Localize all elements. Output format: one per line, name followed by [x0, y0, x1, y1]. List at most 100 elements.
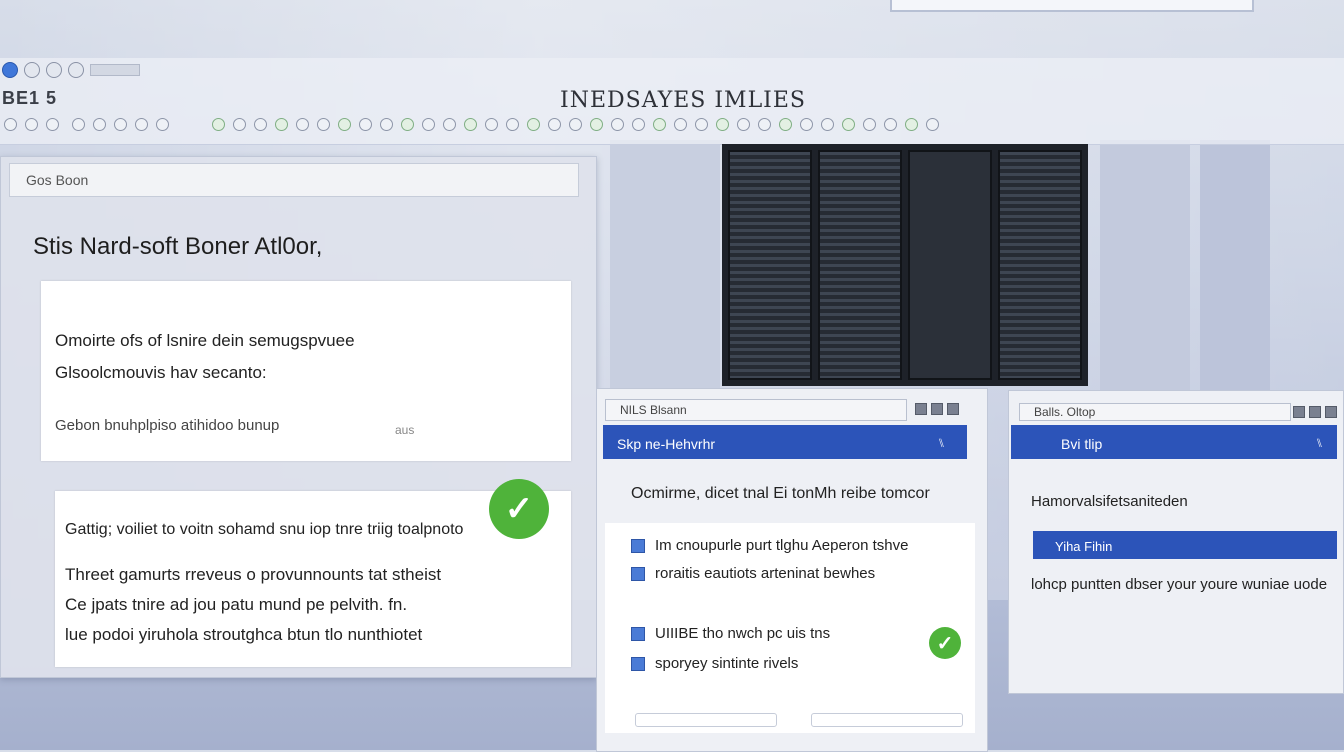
- toolbar-dot-icon[interactable]: [779, 118, 792, 131]
- server-rack-image: [722, 144, 1088, 386]
- forward-icon[interactable]: [68, 62, 84, 78]
- toolbar-dot-icon[interactable]: [632, 118, 645, 131]
- address-field[interactable]: [90, 64, 140, 76]
- toolbar-dot-icon[interactable]: [380, 118, 393, 131]
- detail-panel: NILS Blsann Skp ne-Hehvrhr ⑊ Ocmirme, di…: [596, 388, 988, 752]
- toolbar-dot-icon[interactable]: [296, 118, 309, 131]
- refresh-icon[interactable]: [24, 62, 40, 78]
- toolbar-dots: [212, 118, 939, 131]
- toolbar-dot-icon[interactable]: [506, 118, 519, 131]
- toolbar-dot-icon[interactable]: [275, 118, 288, 131]
- toolbar-dot-icon[interactable]: [716, 118, 729, 131]
- settings-panel-title: Balls. Oltop: [1034, 405, 1096, 419]
- settings-panel: Balls. Oltop Bvi tlip ⑊ Hamorvalsifetsan…: [1008, 390, 1344, 694]
- toolbar-dot-icon[interactable]: [4, 118, 17, 131]
- edit-icon[interactable]: ⑊: [1316, 436, 1323, 450]
- settings-panel-header-label: Bvi tlip: [1061, 436, 1103, 452]
- toolbar-dot-icon[interactable]: [800, 118, 813, 131]
- settings-select[interactable]: Yiha Fihin: [1033, 531, 1337, 559]
- toolbar-dot-icon[interactable]: [548, 118, 561, 131]
- header-left-label: BE1 5: [2, 88, 58, 108]
- toolbar-dot-icon[interactable]: [926, 118, 939, 131]
- info-card[interactable]: Omoirte ofs of lsnire dein semugspvuee G…: [41, 281, 571, 461]
- main-panel-heading: Stis Nard-soft Boner Atl0or,: [33, 233, 323, 260]
- toolbar-dot-icon[interactable]: [758, 118, 771, 131]
- toolbar-dot-icon[interactable]: [569, 118, 582, 131]
- main-panel: Gos Boon Stis Nard-soft Boner Atl0or, Om…: [0, 156, 597, 678]
- window-buttons: [1293, 406, 1337, 418]
- toolbar-dot-icon[interactable]: [905, 118, 918, 131]
- toolbar-dot-icon[interactable]: [611, 118, 624, 131]
- text-field[interactable]: [635, 713, 777, 727]
- toolbar-dot-icon[interactable]: [422, 118, 435, 131]
- toolbar-dot-icon[interactable]: [863, 118, 876, 131]
- list-item[interactable]: Im cnoupurle purt tlghu Aeperon tshve: [631, 537, 909, 554]
- toolbar-dot-icon[interactable]: [338, 118, 351, 131]
- toolbar-dot-icon[interactable]: [317, 118, 330, 131]
- list-square-icon: [631, 626, 645, 641]
- toolbar-dot-icon[interactable]: [156, 118, 169, 131]
- maximize-icon[interactable]: [1309, 406, 1321, 418]
- toolbar-dot-icon[interactable]: [254, 118, 267, 131]
- toolbar-dot-icon[interactable]: [401, 118, 414, 131]
- toolbar-dot-icon[interactable]: [653, 118, 666, 131]
- toolbar-dot-icon[interactable]: [590, 118, 603, 131]
- list-item[interactable]: UIIIBE tho nwch pc uis tns: [631, 625, 830, 642]
- maximize-icon[interactable]: [931, 403, 943, 415]
- detail-panel-titlebar: NILS Blsann: [605, 399, 907, 421]
- toolbar-dot-icon[interactable]: [842, 118, 855, 131]
- list-item-label: sporyey sintinte rivels: [655, 655, 799, 672]
- toolbar-dot-icon[interactable]: [695, 118, 708, 131]
- toolbar-dot-icon[interactable]: [72, 118, 85, 131]
- toolbar-dot-icon[interactable]: [233, 118, 246, 131]
- toolbar-dot-icon[interactable]: [485, 118, 498, 131]
- text-field[interactable]: [811, 713, 963, 727]
- toolbar-dot-icon[interactable]: [46, 118, 59, 131]
- toolbar-dots: [4, 118, 59, 131]
- toolbar-dot-icon[interactable]: [674, 118, 687, 131]
- toolbar-dot-icon[interactable]: [114, 118, 127, 131]
- back-icon[interactable]: [46, 62, 62, 78]
- header-title: INEDSAYES IMLIES: [560, 88, 807, 113]
- list-item-label: Im cnoupurle purt tlghu Aeperon tshve: [655, 537, 909, 554]
- detail-panel-header-bar[interactable]: Skp ne-Hehvrhr ⑊: [603, 425, 967, 459]
- toolbar-dot-icon[interactable]: [25, 118, 38, 131]
- card-line: Gebon bnuhplpiso atihidoo bunup: [55, 417, 280, 434]
- background-pillar: [1100, 140, 1190, 400]
- toolbar-dot-icon[interactable]: [884, 118, 897, 131]
- toolbar-dot-icon[interactable]: [527, 118, 540, 131]
- card-note: aus: [395, 423, 415, 437]
- list-square-icon: [631, 656, 645, 671]
- toolbar-dot-icon[interactable]: [359, 118, 372, 131]
- settings-heading: Hamorvalsifetsaniteden: [1031, 493, 1188, 510]
- background-pillar: [610, 140, 720, 390]
- close-icon[interactable]: [1325, 406, 1337, 418]
- card-line: Omoirte ofs of lsnire dein semugspvuee: [55, 331, 355, 350]
- detail-panel-title: NILS Blsann: [620, 403, 687, 417]
- toolbar-dot-icon[interactable]: [821, 118, 834, 131]
- top-banner: [890, 0, 1254, 12]
- card-line: lue podoi yiruhola stroutghca btun tlo n…: [65, 625, 423, 644]
- rack-unit: [728, 150, 812, 380]
- card-line: Glsoolcmouvis hav secanto:: [55, 363, 267, 382]
- toolbar-dot-icon[interactable]: [135, 118, 148, 131]
- rack-unit: [998, 150, 1082, 380]
- settings-panel-header-bar[interactable]: Bvi tlip ⑊: [1011, 425, 1337, 459]
- minimize-icon[interactable]: [915, 403, 927, 415]
- toolbar-dots: [72, 118, 169, 131]
- toolbar-dot-icon[interactable]: [737, 118, 750, 131]
- list-item[interactable]: roraitis eautiots arteninat bewhes: [631, 565, 875, 582]
- close-icon[interactable]: [947, 403, 959, 415]
- check-circle-icon: ✓: [489, 479, 549, 539]
- minimize-icon[interactable]: [1293, 406, 1305, 418]
- toolbar-dot-icon[interactable]: [212, 118, 225, 131]
- card-line: Ce jpats tnire ad jou patu mund pe pelvi…: [65, 595, 408, 614]
- edit-icon[interactable]: ⑊: [938, 436, 945, 450]
- toolbar-dot-icon[interactable]: [93, 118, 106, 131]
- toolbar-dot-icon[interactable]: [443, 118, 456, 131]
- window-buttons: [915, 403, 959, 415]
- list-item[interactable]: sporyey sintinte rivels: [631, 655, 798, 672]
- toolbar-dot-icon[interactable]: [464, 118, 477, 131]
- settings-select-value: Yiha Fihin: [1055, 539, 1113, 554]
- home-icon[interactable]: [2, 62, 18, 78]
